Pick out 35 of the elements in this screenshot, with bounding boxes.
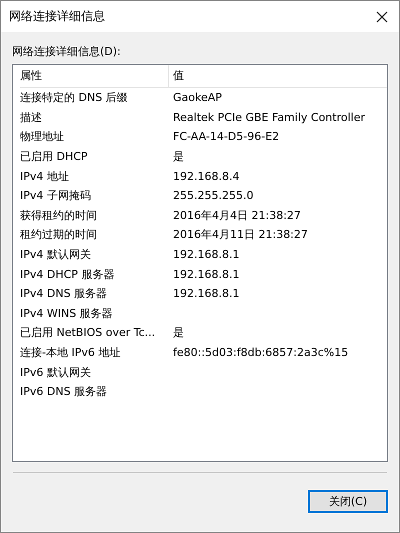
property-cell-text: 已启用 DHCP (20, 149, 89, 164)
value-cell-text: FC-AA-14-D5-96-E2 (172, 130, 280, 144)
property-cell-text: IPv6 DNS 服务器 (20, 384, 108, 400)
close-icon[interactable] (376, 10, 388, 22)
value-cell-text: 192.168.8.4 (172, 170, 240, 183)
property-cell-text: IPv4 地址 (20, 168, 70, 184)
property-cell-text: 租约过期的时间 (20, 227, 98, 242)
value-cell-text: 是 (172, 325, 184, 340)
value-cell-text: 192.168.8.1 (172, 248, 240, 262)
window-title: 网络连接详细信息 (9, 8, 105, 25)
column-header[interactable]: 值 (169, 65, 184, 87)
property-cell-text: IPv6 默认网关 (20, 364, 92, 380)
property-cell-text: 获得租约的时间 (20, 208, 98, 223)
list-label: 网络连接详细信息(D): (12, 44, 122, 59)
property-cell-text: 连接特定的 DNS 后缀 (20, 90, 129, 106)
property-cell-text: IPv4 默认网关 (20, 247, 92, 262)
close-button[interactable]: 关闭(C) (308, 490, 388, 513)
value-cell-text: 2016年4月11日 21:38:27 (172, 227, 308, 242)
value-cell-text: fe80::5d03:f8db:6857:2a3c%15 (172, 346, 348, 360)
column-header[interactable]: 属性 (20, 65, 169, 87)
property-cell-text: IPv4 DHCP 服务器 (20, 266, 116, 282)
value-cell-text: Realtek PCIe GBE Family Controller (172, 110, 366, 124)
value-cell-text: 255.255.255.0 (172, 189, 254, 202)
property-cell-text: 连接-本地 IPv6 地址 (20, 345, 122, 360)
property-cell-text: 已启用 NetBIOS over Tc... (20, 325, 156, 340)
property-cell-text: IPv4 WINS 服务器 (20, 306, 114, 321)
value-cell-text: 192.168.8.1 (172, 268, 240, 281)
value-cell-text: 2016年4月4日 21:38:27 (172, 208, 301, 223)
value-cell-text: 是 (172, 149, 184, 164)
property-cell-text: IPv4 子网掩码 (20, 188, 92, 204)
property-cell-text: 物理地址 (20, 129, 65, 144)
property-cell-text: IPv4 DNS 服务器 (20, 286, 108, 302)
property-cell-text: 描述 (20, 110, 43, 125)
value-cell-text: GaokeAP (172, 91, 222, 104)
value-cell-text: 192.168.8.1 (172, 287, 240, 300)
